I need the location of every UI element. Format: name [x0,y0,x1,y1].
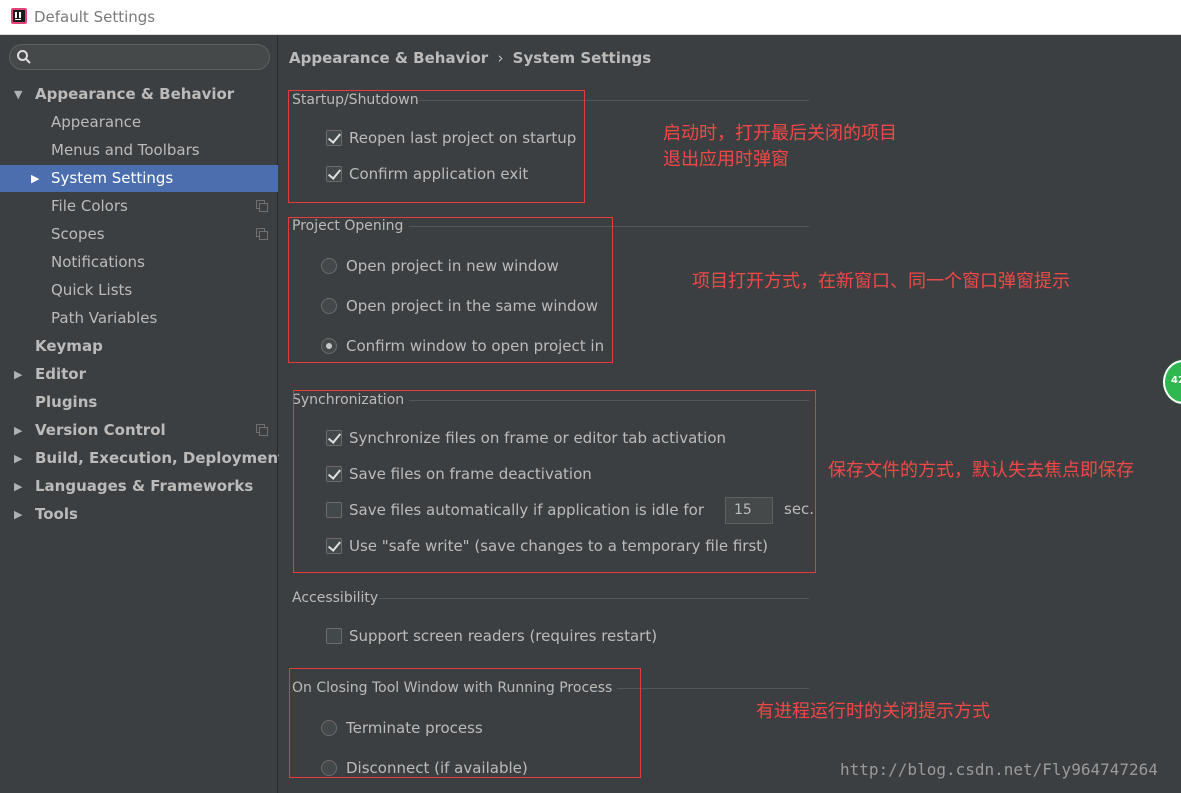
sidebar-item-file-colors[interactable]: File Colors [0,193,278,220]
sidebar-item-label: Languages & Frameworks [35,477,254,495]
separator [617,688,809,689]
sidebar-item-label: Menus and Toolbars [51,141,200,159]
sidebar-item-label: Appearance [51,113,142,131]
sidebar-item-scopes[interactable]: Scopes [0,221,278,248]
breadcrumb: Appearance & Behavior › System Settings [289,49,651,67]
sidebar-item-system-settings[interactable]: ▶ System Settings [0,165,278,192]
annotation-note-line: 启动时，打开最后关闭的项目 [663,123,897,144]
collapsed-arrow-icon[interactable]: ▶ [14,445,22,472]
sidebar-item-quick-lists[interactable]: Quick Lists [0,277,278,304]
annotation-box-closing [289,668,641,778]
settings-sidebar: ▼ Appearance & Behavior Appearance Menus… [0,35,285,793]
collapsed-arrow-icon[interactable]: ▶ [31,165,39,192]
project-settings-icon [256,200,268,212]
sidebar-item-label: Editor [35,365,86,383]
collapsed-arrow-icon[interactable]: ▶ [14,417,22,444]
annotation-box-sync [293,390,816,573]
title-bar: Default Settings [0,0,1181,35]
sidebar-item-appearance-behavior[interactable]: ▼ Appearance & Behavior [0,81,278,108]
project-settings-icon [256,228,268,240]
sidebar-item-plugins[interactable]: Plugins [0,389,278,416]
annotation-note-line: 退出应用时弹窗 [663,149,789,170]
screen-readers-checkbox[interactable]: Support screen readers (requires restart… [326,625,666,647]
search-input[interactable] [9,44,270,70]
sidebar-item-label: Quick Lists [51,281,133,299]
sidebar-item-label: Notifications [51,253,145,271]
search-icon [17,50,31,64]
sidebar-item-menus-toolbars[interactable]: Menus and Toolbars [0,137,278,164]
annotation-box-startup [288,90,585,203]
sidebar-item-label: System Settings [51,169,174,187]
sidebar-item-tools[interactable]: ▶ Tools [0,501,278,528]
annotation-note-startup: 启动时，打开最后关闭的项目 退出应用时弹窗 [663,121,897,173]
breadcrumb-parent[interactable]: Appearance & Behavior [289,49,488,67]
breadcrumb-separator: › [497,49,504,67]
accessibility-section-title: Accessibility [292,590,379,606]
breadcrumb-current: System Settings [512,49,652,67]
sidebar-item-label: File Colors [51,197,128,215]
sidebar-item-editor[interactable]: ▶ Editor [0,361,278,388]
sidebar-item-label: Build, Execution, Deployment [35,449,286,467]
annotation-note-closing: 有进程运行时的关闭提示方式 [756,701,990,722]
expanded-arrow-icon[interactable]: ▼ [14,81,22,108]
sidebar-item-label: Keymap [35,337,103,355]
project-settings-icon [256,424,268,436]
sidebar-item-notifications[interactable]: Notifications [0,249,278,276]
sidebar-item-path-variables[interactable]: Path Variables [0,305,278,332]
sidebar-item-label: Appearance & Behavior [35,85,235,103]
separator [379,598,809,599]
sidebar-item-keymap[interactable]: Keymap [0,333,278,360]
collapsed-arrow-icon[interactable]: ▶ [14,473,22,500]
badge-count: 42 [1171,375,1181,386]
checkbox-unchecked[interactable] [326,628,342,644]
sidebar-item-appearance[interactable]: Appearance [0,109,278,136]
sidebar-item-label: Version Control [35,421,166,439]
intellij-app-icon [11,8,27,24]
sidebar-item-label: Path Variables [51,309,158,327]
sidebar-item-label: Plugins [35,393,98,411]
checkbox-label: Support screen readers (requires restart… [349,627,658,645]
sidebar-item-build-execution-deployment[interactable]: ▶ Build, Execution, Deployment [0,445,285,472]
sidebar-item-label: Tools [35,505,78,523]
sidebar-item-label: Scopes [51,225,105,243]
annotation-note-sync: 保存文件的方式，默认失去焦点即保存 [828,460,1134,481]
watermark: http://blog.csdn.net/Fly964747264 [840,760,1158,779]
annotation-note-project-opening: 项目打开方式，在新窗口、同一个窗口弹窗提示 [692,271,1070,292]
sidebar-item-languages-frameworks[interactable]: ▶ Languages & Frameworks [0,473,278,500]
collapsed-arrow-icon[interactable]: ▶ [14,361,22,388]
annotation-box-project-opening [288,217,613,363]
window-title: Default Settings [34,8,156,26]
collapsed-arrow-icon[interactable]: ▶ [14,501,22,528]
sidebar-item-version-control[interactable]: ▶ Version Control [0,417,278,444]
